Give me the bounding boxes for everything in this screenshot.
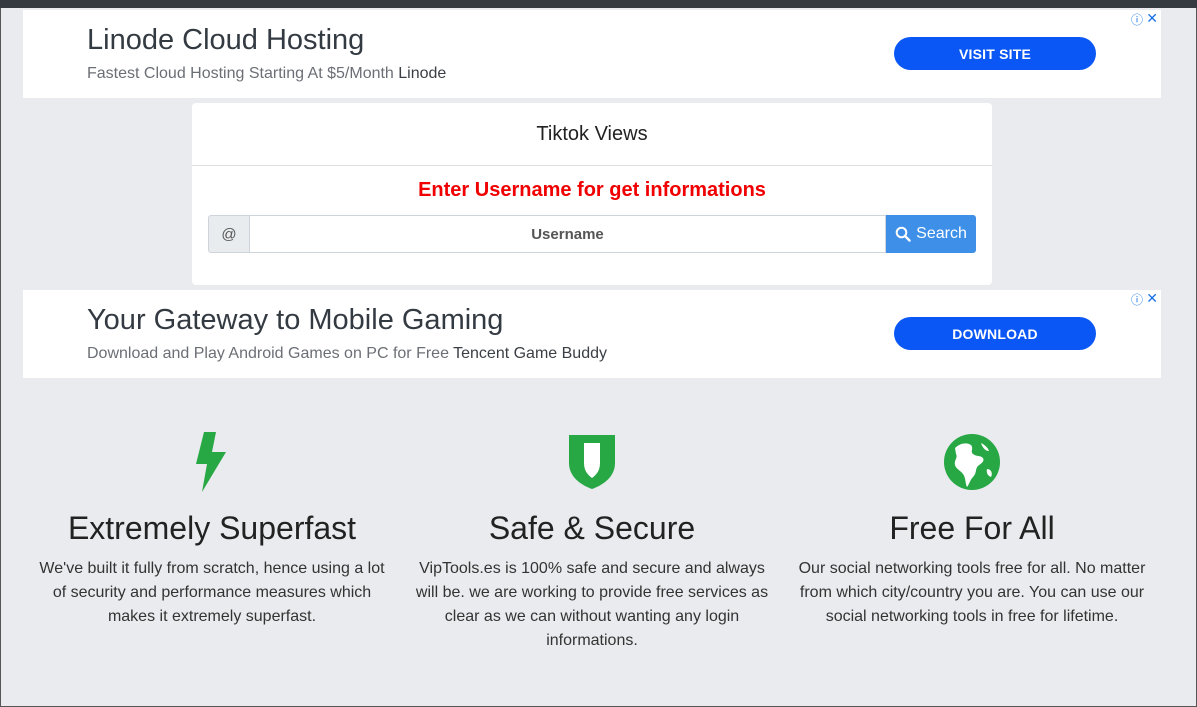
ad-banner-tencent[interactable]: Your Gateway to Mobile Gaming Download a… (23, 290, 1161, 378)
window-top-bar (0, 0, 1197, 8)
search-button-label: Search (916, 225, 967, 242)
feature-description: Our social networking tools free for all… (798, 560, 1146, 625)
globe-icon (944, 434, 1000, 490)
ad-title[interactable]: Linode Cloud Hosting (87, 24, 364, 57)
download-button[interactable]: DOWNLOAD (894, 317, 1096, 350)
ad-advertiser: Tencent Game Buddy (453, 345, 607, 362)
at-sign-addon: @ (208, 215, 249, 253)
ad-subtitle-text: Fastest Cloud Hosting Starting At $5/Mon… (87, 65, 394, 82)
window-frame-left (0, 8, 1, 707)
ad-title[interactable]: Your Gateway to Mobile Gaming (87, 304, 503, 337)
search-icon (895, 226, 911, 242)
card-title: Tiktok Views (192, 103, 992, 166)
tiktok-views-card: Tiktok Views Enter Username for get info… (192, 103, 992, 285)
feature-description: We've built it fully from scratch, hence… (39, 560, 385, 625)
ad-subtitle-text: Download and Play Android Games on PC fo… (87, 345, 449, 362)
search-button[interactable]: Search (886, 215, 976, 253)
ad-advertiser: Linode (398, 65, 447, 82)
visit-site-button[interactable]: VISIT SITE (894, 37, 1096, 70)
feature-title: Free For All (889, 510, 1055, 546)
feature-free: Free For All Our social networking tools… (782, 430, 1162, 629)
feature-secure: Safe & Secure VipTools.es is 100% safe a… (402, 430, 782, 653)
username-input-group: @ Search (208, 215, 976, 253)
ad-info-icon[interactable]: ⓘ (1131, 11, 1143, 28)
feature-description: VipTools.es is 100% safe and secure and … (415, 560, 769, 649)
ad-subtitle: Fastest Cloud Hosting Starting At $5/Mon… (87, 65, 446, 83)
username-prompt: Enter Username for get informations (418, 179, 766, 201)
username-input[interactable] (249, 215, 886, 253)
shield-icon (569, 435, 615, 489)
ad-banner-linode[interactable]: Linode Cloud Hosting Fastest Cloud Hosti… (23, 10, 1161, 98)
ad-close-icon[interactable]: ✕ (1146, 290, 1158, 307)
lightning-bolt-icon (196, 432, 226, 492)
feature-title: Safe & Secure (488, 510, 696, 546)
ad-info-icon[interactable]: ⓘ (1131, 291, 1143, 308)
ad-subtitle: Download and Play Android Games on PC fo… (87, 345, 607, 363)
feature-superfast: Extremely Superfast We've built it fully… (22, 430, 402, 629)
ad-close-icon[interactable]: ✕ (1146, 10, 1158, 27)
feature-title: Extremely Superfast (67, 510, 357, 546)
